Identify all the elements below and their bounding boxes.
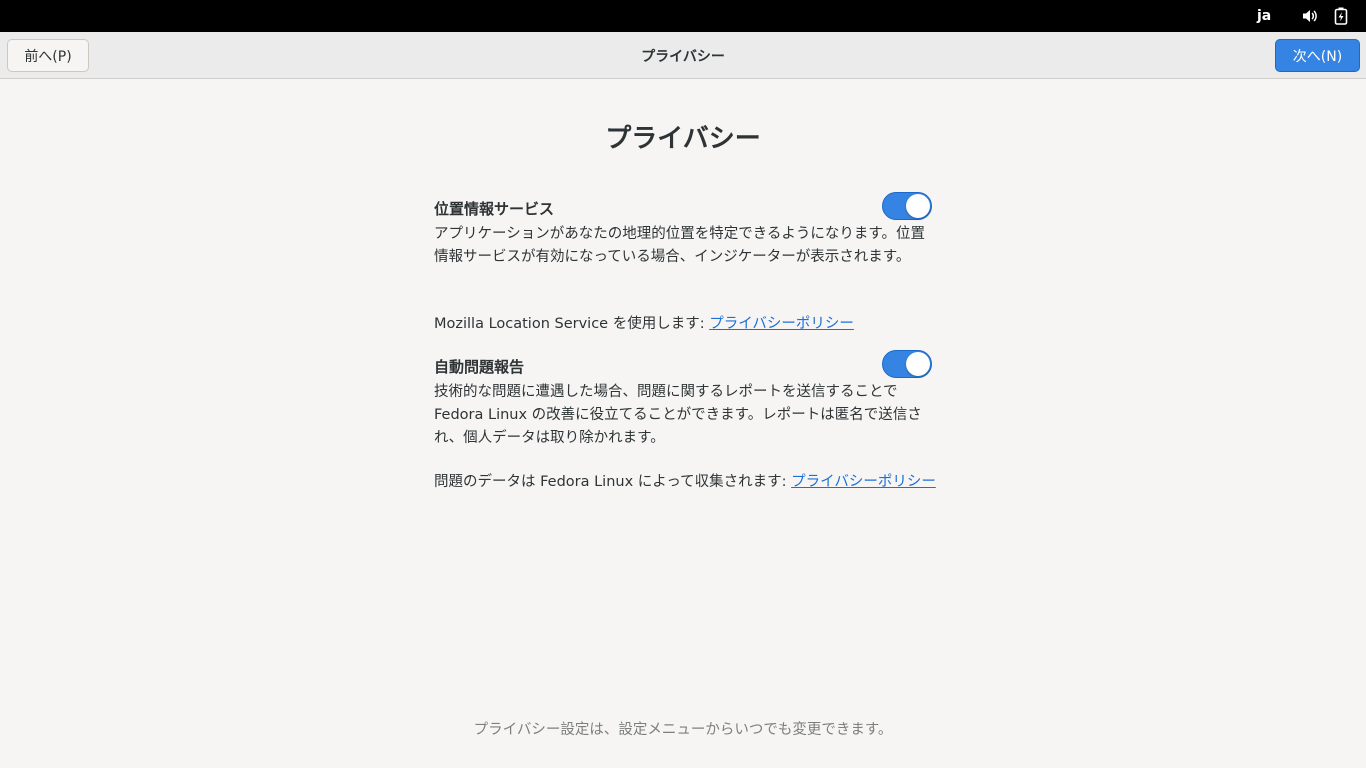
location-services-toggle[interactable]	[882, 192, 932, 220]
battery-charging-icon[interactable]	[1334, 7, 1348, 29]
location-provider-text: Mozilla Location Service を使用します:	[434, 316, 710, 332]
toggle-knob	[906, 194, 930, 218]
footer-note: プライバシー設定は、設定メニューからいつでも変更できます。	[473, 722, 893, 738]
toggle-knob	[906, 352, 930, 376]
location-services-heading: 位置情報サービス	[434, 200, 555, 218]
header-bar: 前へ(P) プライバシー 次へ(N)	[0, 32, 1366, 79]
problem-collector-line: 問題のデータは Fedora Linux によって収集されます: プライバシーポ…	[434, 470, 936, 491]
problem-privacy-policy-link[interactable]: プライバシーポリシー	[791, 474, 936, 490]
volume-icon[interactable]	[1302, 8, 1318, 28]
top-bar: ja	[0, 0, 1366, 32]
header-title: プライバシー	[641, 49, 725, 65]
location-provider-line: Mozilla Location Service を使用します: プライバシーポ…	[434, 312, 854, 333]
page-title: プライバシー	[605, 124, 761, 154]
problem-reporting-description: 技術的な問題に遭遇した場合、問題に関するレポートを送信することでFedora L…	[434, 384, 922, 446]
location-services-description: アプリケーションがあなたの地理的位置を特定できるようになります。位置情報サービス…	[434, 226, 925, 265]
input-language-indicator[interactable]: ja	[1257, 8, 1271, 24]
location-privacy-policy-link[interactable]: プライバシーポリシー	[709, 316, 854, 332]
problem-reporting-heading: 自動問題報告	[434, 358, 525, 376]
problem-collector-text: 問題のデータは Fedora Linux によって収集されます:	[434, 474, 792, 490]
problem-reporting-toggle[interactable]	[882, 350, 932, 378]
next-button[interactable]: 次へ(N)	[1275, 39, 1360, 72]
